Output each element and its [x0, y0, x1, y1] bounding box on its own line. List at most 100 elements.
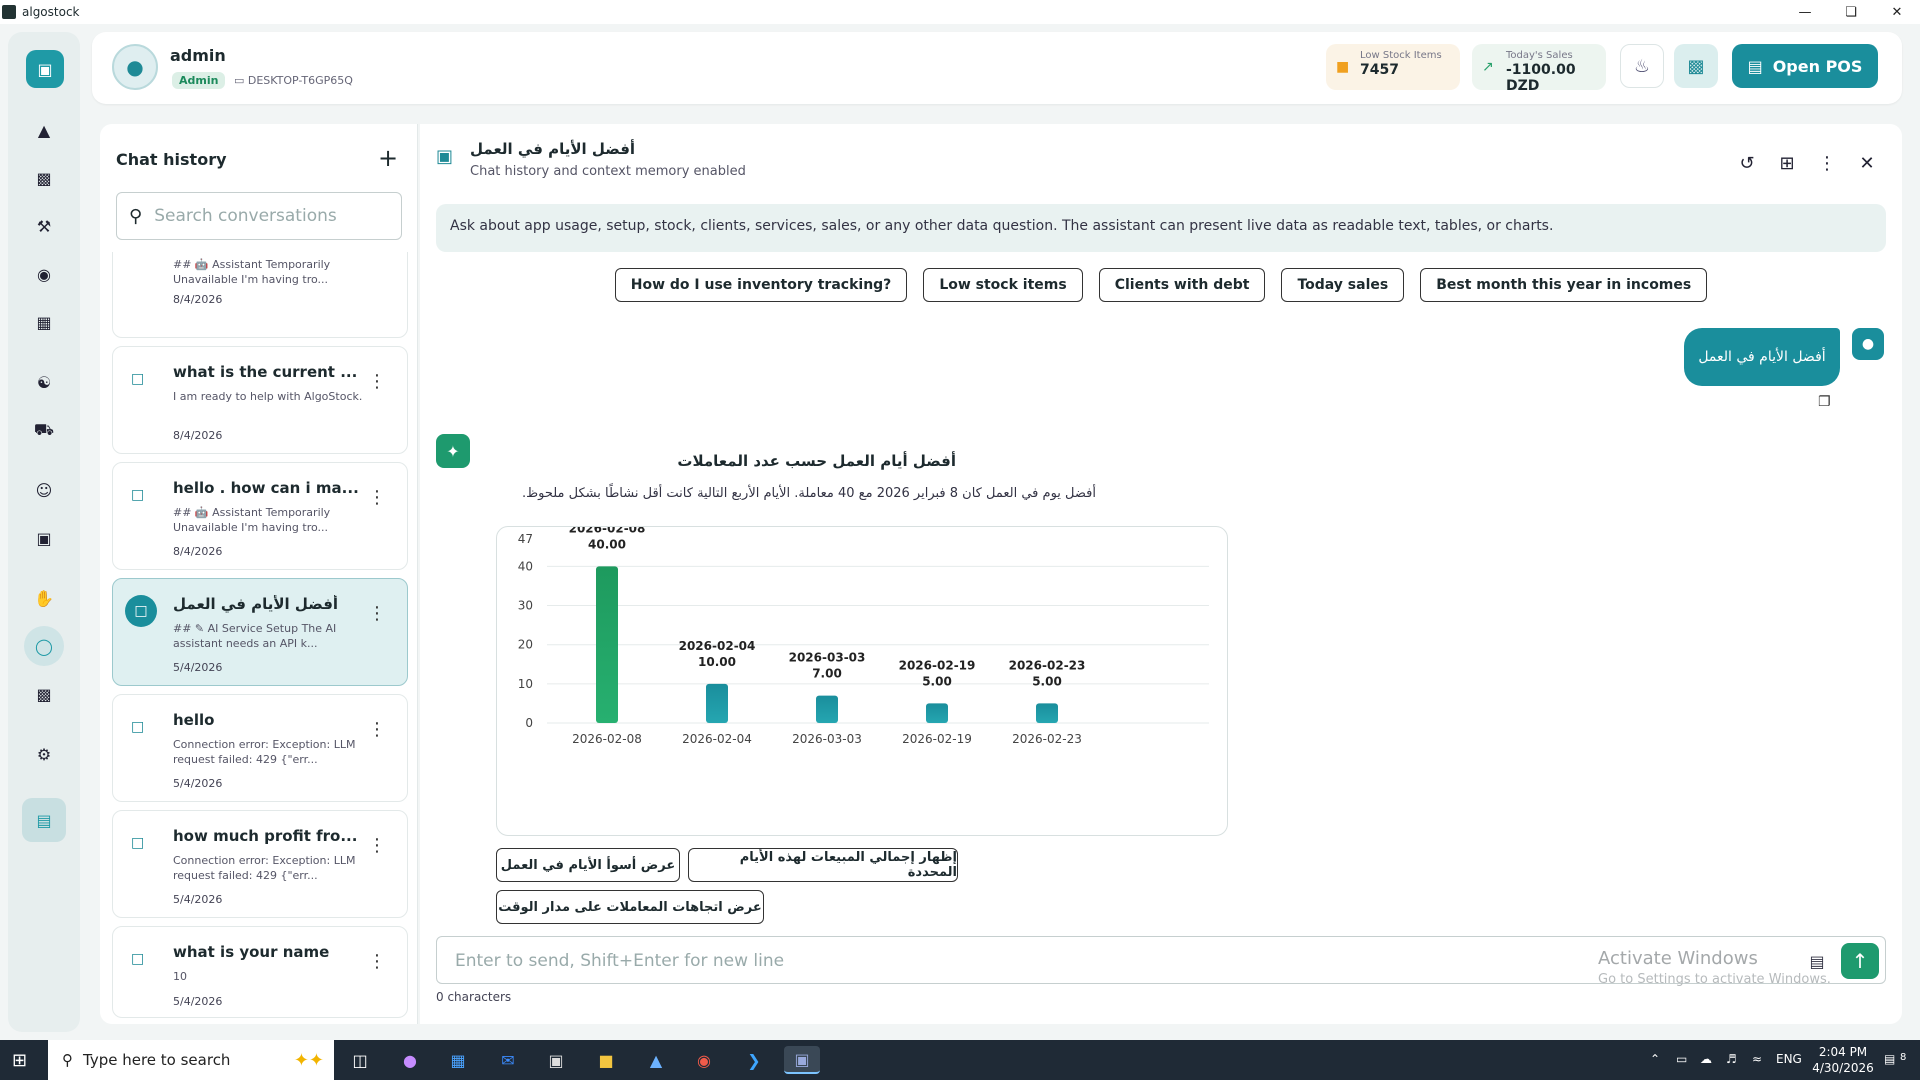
open-pos-button[interactable]: ▤ Open POS	[1732, 44, 1878, 88]
quick-prompt-chip[interactable]: Today sales	[1281, 268, 1405, 302]
nav-devices-icon[interactable]: ▣	[24, 518, 64, 558]
store-icon[interactable]: ▦	[440, 1046, 476, 1074]
nav-delivery-icon[interactable]: ⛟	[24, 410, 64, 450]
bar-data-label: 2026-02-19	[899, 658, 976, 672]
home-logo-icon[interactable]: ▣	[26, 50, 64, 88]
document-icon[interactable]: ▤	[1803, 947, 1831, 975]
chat-bubble-icon: □	[131, 951, 145, 967]
terminal-icon[interactable]: ▣	[538, 1046, 574, 1074]
chat-item-title: hello . how can i ma...	[173, 479, 359, 497]
suggestion-button[interactable]: إظهار إجمالي المبيعات لهذه الأيام المحدد…	[688, 848, 958, 882]
algostock-taskbar-icon[interactable]: ▣	[784, 1046, 820, 1074]
open-pos-label: Open POS	[1772, 56, 1863, 76]
tray-cloud-icon[interactable]: ☁	[1700, 1052, 1712, 1066]
user-avatar-icon[interactable]: ●	[112, 44, 158, 90]
tray-wifi-icon[interactable]: ≈	[1752, 1052, 1762, 1066]
nav-reports-icon[interactable]: ◉	[24, 254, 64, 294]
os-taskbar: ⊞ ⚲ Type here to search ✦✦ ◫ ● ▦ ✉ ▣ ■ ▲…	[0, 1040, 1920, 1080]
chrome-icon[interactable]: ◉	[686, 1046, 722, 1074]
copy-icon[interactable]: ❐	[1818, 394, 1831, 410]
windows-start-icon[interactable]: ⊞	[12, 1050, 27, 1071]
task-view-icon[interactable]: ◫	[342, 1046, 378, 1074]
chat-item[interactable]: □ what is your name 10 5/4/2026 ⋮	[112, 926, 408, 1018]
y-tick-label: 47	[518, 532, 533, 546]
tray-volume-icon[interactable]: ♬	[1726, 1052, 1737, 1066]
more-vert-icon[interactable]: ⋮	[365, 831, 389, 859]
chat-item[interactable]: □ what is the current ... I am ready to …	[112, 346, 408, 454]
app-a-icon[interactable]: ▲	[638, 1046, 674, 1074]
chat-item-title: what is the current ...	[173, 363, 358, 381]
tray-chevron-icon[interactable]: ⌃	[1650, 1052, 1660, 1066]
suggestion-button[interactable]: عرض اتجاهات المعاملات على مدار الوقت	[496, 890, 764, 924]
more-vert-icon[interactable]: ⋮	[365, 367, 389, 395]
new-chat-icon[interactable]: ⊞	[1772, 148, 1802, 178]
nav-assistant-icon[interactable]: ◯	[24, 626, 64, 666]
tray-language[interactable]: ENG	[1776, 1052, 1802, 1066]
y-tick-label: 30	[518, 599, 533, 613]
taskbar-clock[interactable]: 2:04 PM 4/30/2026	[1808, 1044, 1878, 1076]
more-vert-icon[interactable]: ⋮	[365, 947, 389, 975]
close-window-icon[interactable]: ✕	[1874, 0, 1920, 24]
chat-bubble-icon: □	[131, 719, 145, 735]
restore-icon[interactable]: ❏	[1828, 0, 1874, 24]
nav-rail: ▣ ▲ ▩ ⚒ ◉ ▦ ☯ ⛟ ☺ ▣ ✋ ◯ ▩ ⚙ ▤	[8, 32, 80, 1032]
qr-scan-icon[interactable]: ▩	[1674, 44, 1718, 88]
chat-item[interactable]: □ hello . how can i ma... ## 🤖 Assistant…	[112, 462, 408, 570]
new-chat-plus-icon[interactable]: +	[372, 142, 404, 174]
bar-data-label: 2026-02-04	[679, 639, 756, 653]
copilot-icon[interactable]: ●	[392, 1046, 428, 1074]
chat-item-title: أفضل الأيام في العمل	[173, 595, 339, 613]
file-explorer-icon[interactable]: ■	[588, 1046, 624, 1074]
bar-chart: 0 10 20 30 40 47 2026-02-08 40.00 2026-02-08 2026…	[496, 526, 1228, 836]
low-stock-stat[interactable]: ■ Low Stock Items 7457	[1326, 44, 1460, 90]
nav-store-icon[interactable]: ▦	[24, 302, 64, 342]
minimize-icon[interactable]: —	[1782, 0, 1828, 24]
nav-team-icon[interactable]: ☺	[24, 470, 64, 510]
quick-prompt-chip[interactable]: How do I use inventory tracking?	[614, 268, 908, 302]
bar	[706, 683, 728, 723]
nav-categories-icon[interactable]: ▲	[24, 110, 64, 150]
nav-tools-icon[interactable]: ⚒	[24, 206, 64, 246]
vscode-icon[interactable]: ❯	[736, 1046, 772, 1074]
suggestion-button[interactable]: عرض أسوأ الأيام في العمل	[496, 848, 680, 882]
chat-item[interactable]: ## 🤖 Assistant Temporarily Unavailable I…	[112, 252, 408, 338]
x-tick-label: 2026-02-04	[682, 732, 752, 746]
more-options-icon[interactable]: ⋮	[1812, 148, 1842, 178]
more-vert-icon[interactable]: ⋮	[365, 715, 389, 743]
message-input[interactable]	[455, 951, 1555, 971]
bar	[926, 703, 948, 723]
chat-history-title: Chat history	[116, 150, 227, 169]
nav-settings-icon[interactable]: ⚙	[24, 734, 64, 774]
nav-services-icon[interactable]: ✋	[24, 578, 64, 618]
chat-item[interactable]: □ how much profit fro... Connection erro…	[112, 810, 408, 918]
notification-center-icon[interactable]: ▤	[1884, 1052, 1895, 1066]
history-icon[interactable]: ↺	[1732, 148, 1762, 178]
taskbar-search[interactable]: ⚲ Type here to search ✦✦	[48, 1040, 334, 1080]
activate-windows-hint: Go to Settings to activate Windows.	[1598, 972, 1831, 987]
nav-pos-icon[interactable]: ▤	[22, 798, 66, 842]
monitor-icon: ▭	[234, 74, 248, 87]
chat-item-date: 5/4/2026	[173, 661, 223, 674]
tray-device-icon[interactable]: ▭	[1676, 1052, 1687, 1066]
nav-clients-icon[interactable]: ☯	[24, 362, 64, 402]
search-conversations-input[interactable]	[154, 206, 375, 226]
character-count: 0 characters	[436, 990, 512, 1004]
close-chat-icon[interactable]: ✕	[1852, 148, 1882, 178]
quick-prompt-chip[interactable]: Low stock items	[923, 268, 1083, 302]
more-vert-icon[interactable]: ⋮	[365, 483, 389, 511]
today-sales-stat[interactable]: ↗ Today's Sales -1100.00 DZD	[1472, 44, 1606, 94]
nav-inventory-icon[interactable]: ▩	[24, 158, 64, 198]
chat-item-date: 8/4/2026	[173, 293, 223, 306]
ai-sparkle-icon: ✦	[436, 434, 470, 468]
chat-item[interactable]: □ hello Connection error: Exception: LLM…	[112, 694, 408, 802]
nav-qr-icon[interactable]: ▩	[24, 674, 64, 714]
chat-item-preview: Connection error: Exception: LLM request…	[173, 738, 356, 766]
quick-prompt-chip[interactable]: Best month this year in incomes	[1420, 268, 1708, 302]
more-vert-icon[interactable]: ⋮	[365, 599, 389, 627]
chat-item-active[interactable]: □ أفضل الأيام في العمل ## ✎ AI Service S…	[112, 578, 408, 686]
mail-icon[interactable]: ✉	[490, 1046, 526, 1074]
send-arrow-icon[interactable]: ↑	[1841, 943, 1879, 979]
quick-prompt-chip[interactable]: Clients with debt	[1098, 268, 1266, 302]
notifications-bell-icon[interactable]: ♨	[1620, 44, 1664, 88]
chat-bubble-icon: □	[131, 371, 145, 387]
